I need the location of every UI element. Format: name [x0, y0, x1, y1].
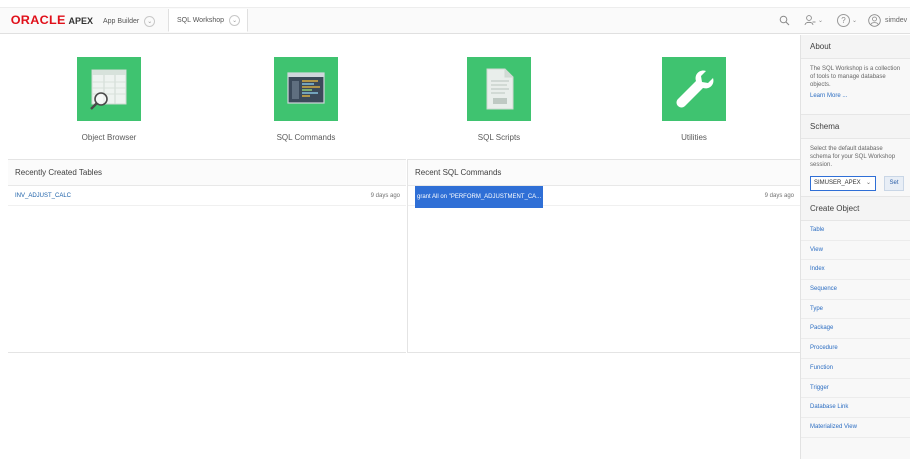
chevron-down-icon: ⌄	[852, 17, 858, 24]
top-strip	[0, 0, 910, 8]
create-function-link[interactable]: Function	[801, 359, 910, 379]
create-materialized-view-link[interactable]: Materialized View	[801, 418, 910, 438]
search-icon	[779, 15, 790, 25]
create-table-link[interactable]: Table	[801, 221, 910, 241]
row-timestamp: 9 days ago	[370, 193, 400, 199]
user-admin-icon	[804, 15, 816, 26]
schema-select[interactable]: SIMUSER_APEX ⌄	[810, 176, 876, 191]
account-menu-button[interactable]: simdev	[868, 13, 907, 27]
create-index-link[interactable]: Index	[801, 260, 910, 281]
account-icon	[868, 13, 881, 27]
sql-commands-icon[interactable]	[274, 57, 338, 121]
create-trigger-link[interactable]: Trigger	[801, 379, 910, 399]
search-button[interactable]	[779, 13, 790, 27]
panel-title: Recent SQL Commands	[408, 160, 800, 186]
schema-section: Select the default database schema for y…	[801, 139, 910, 197]
tab-app-builder-label: App Builder	[103, 17, 140, 25]
oracle-apex-logo[interactable]: ORACLE APEX	[10, 13, 93, 27]
right-sidebar: About The SQL Workshop is a collection o…	[800, 35, 910, 459]
schema-text: Select the default database schema for y…	[810, 146, 896, 168]
chevron-down-icon[interactable]: ⌄	[229, 14, 241, 26]
chevron-down-icon[interactable]: ⌄	[144, 15, 156, 27]
set-schema-button[interactable]: Set	[884, 176, 904, 191]
username: simdev	[885, 16, 908, 24]
table-link[interactable]: INV_ADJUST_CALC	[15, 186, 71, 206]
schema-selected-value: SIMUSER_APEX	[814, 180, 861, 186]
row-timestamp: 9 days ago	[764, 193, 794, 199]
create-procedure-link[interactable]: Procedure	[801, 339, 910, 359]
about-text: The SQL Workshop is a collection of tool…	[810, 66, 901, 88]
tile-sql-commands[interactable]: SQL Commands	[246, 57, 366, 142]
tile-utilities[interactable]: Utilities	[634, 57, 754, 142]
create-object-heading: Create Object	[801, 197, 910, 221]
create-type-link[interactable]: Type	[801, 300, 910, 320]
schema-heading: Schema	[801, 115, 910, 139]
create-database-link-link[interactable]: Database Link	[801, 398, 910, 418]
administration-menu-button[interactable]: ⌄	[804, 13, 823, 27]
help-icon: ?	[837, 13, 850, 27]
create-view-link[interactable]: View	[801, 241, 910, 261]
object-browser-icon[interactable]	[77, 57, 141, 121]
sql-command-row[interactable]: grant All on "PERFORM_ADJUSTMENT_CA... 9…	[408, 186, 800, 208]
table-row[interactable]: INV_ADJUST_CALC 9 days ago	[8, 186, 406, 206]
logo-apex-text: APEX	[68, 16, 93, 26]
tile-label: Utilities	[681, 133, 707, 142]
panel-title: Recently Created Tables	[8, 160, 406, 186]
top-bar: ORACLE APEX App Builder ⌄ SQL Workshop ⌄…	[0, 0, 910, 34]
recent-sql-commands-panel: Recent SQL Commands grant All on "PERFOR…	[407, 159, 800, 353]
tab-sql-workshop[interactable]: SQL Workshop ⌄	[168, 9, 248, 32]
recently-created-tables-panel: Recently Created Tables INV_ADJUST_CALC …	[8, 159, 406, 353]
tile-label: SQL Scripts	[477, 133, 521, 142]
help-menu-button[interactable]: ? ⌄	[837, 13, 857, 27]
chevron-down-icon: ⌄	[818, 17, 824, 24]
create-package-link[interactable]: Package	[801, 319, 910, 340]
about-section: The SQL Workshop is a collection of tool…	[801, 59, 910, 115]
sql-scripts-icon[interactable]	[467, 57, 531, 121]
tile-label: SQL Commands	[276, 133, 336, 142]
tab-app-builder[interactable]: App Builder ⌄	[103, 11, 156, 31]
utilities-icon[interactable]	[662, 57, 726, 121]
create-sequence-link[interactable]: Sequence	[801, 280, 910, 300]
sql-command-link[interactable]: grant All on "PERFORM_ADJUSTMENT_CA...	[415, 186, 544, 208]
tile-sql-scripts[interactable]: SQL Scripts	[439, 57, 559, 142]
chevron-down-icon: ⌄	[865, 180, 871, 186]
logo-oracle-text: ORACLE	[10, 13, 66, 27]
tab-sql-workshop-label: SQL Workshop	[177, 16, 225, 24]
create-object-list: Table View Index Sequence Type Package P…	[801, 221, 910, 438]
tile-object-browser[interactable]: Object Browser	[49, 57, 169, 142]
about-heading: About	[801, 35, 910, 59]
main-content: Object Browser SQL Commands SQL Scripts …	[0, 35, 800, 459]
learn-more-link[interactable]: Learn More ...	[801, 93, 910, 99]
tile-label: Object Browser	[81, 133, 137, 142]
